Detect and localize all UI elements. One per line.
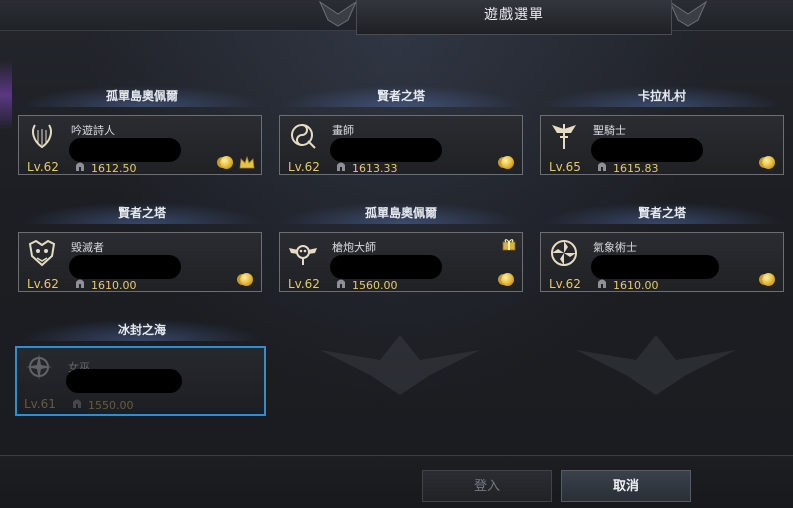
redacted-name <box>330 255 442 279</box>
helmet-icon <box>76 279 84 288</box>
dialog-title: 遊戲選單 <box>484 7 544 23</box>
helmet-icon <box>76 162 84 171</box>
gift-icon <box>502 239 516 251</box>
character-card[interactable]: 吟遊詩人 Lv.62 1612.50 <box>18 115 262 175</box>
beast-crest-icon <box>25 238 59 268</box>
title-plate: 遊戲選單 <box>356 0 672 35</box>
coin-icon <box>240 273 253 286</box>
side-glow <box>0 60 12 130</box>
yin-yang-brush-icon <box>286 121 320 151</box>
redacted-name <box>69 138 181 162</box>
character-level: Lv.62 <box>288 277 320 291</box>
class-name: 聖騎士 <box>593 124 626 137</box>
character-level: Lv.65 <box>549 160 581 174</box>
helmet-icon <box>337 279 345 288</box>
region-header: 冰封之海 <box>20 319 264 341</box>
class-name: 槍炮大師 <box>332 241 376 254</box>
character-level: Lv.62 <box>27 160 59 174</box>
helmet-icon <box>598 279 606 288</box>
region-header: 賢者之塔 <box>20 202 264 224</box>
coin-icon <box>762 156 775 169</box>
coin-icon <box>501 156 514 169</box>
redacted-name <box>591 138 703 162</box>
item-level: 1610.00 <box>91 279 137 292</box>
winged-sword-icon <box>547 121 581 151</box>
ornament-right-icon <box>668 0 708 27</box>
character-card[interactable]: 畫師 Lv.62 1613.33 <box>279 115 523 175</box>
winged-skull-icon <box>286 238 320 268</box>
faded-emblem-icon <box>320 335 480 395</box>
login-button[interactable]: 登入 <box>422 470 552 502</box>
cancel-button[interactable]: 取消 <box>561 470 691 502</box>
character-level: Lv.62 <box>27 277 59 291</box>
arcane-star-icon <box>22 352 56 382</box>
class-name: 畫師 <box>332 124 354 137</box>
helmet-icon <box>337 162 345 171</box>
character-level: Lv.62 <box>288 160 320 174</box>
class-name: 氣象術士 <box>593 241 637 254</box>
coin-icon <box>501 273 514 286</box>
redacted-name <box>591 255 719 279</box>
coin-icon <box>762 273 775 286</box>
redacted-name <box>330 138 442 162</box>
faded-emblem-icon <box>576 335 736 395</box>
helmet-icon <box>598 162 606 171</box>
character-card[interactable]: 聖騎士 Lv.65 1615.83 <box>540 115 784 175</box>
character-card[interactable]: 毀滅者 Lv.62 1610.00 <box>18 232 262 292</box>
coin-icon <box>220 156 233 169</box>
class-name: 毀滅者 <box>71 241 104 254</box>
crown-icon <box>239 156 255 169</box>
item-level: 1615.83 <box>613 162 659 175</box>
ornament-left-icon <box>318 0 358 27</box>
item-level: 1610.00 <box>613 279 659 292</box>
character-card[interactable]: 槍炮大師 Lv.62 1560.00 <box>279 232 523 292</box>
region-header: 孤單島奧佩爾 <box>279 202 523 224</box>
helmet-icon <box>73 399 81 408</box>
character-level: Lv.62 <box>549 277 581 291</box>
item-level: 1612.50 <box>91 162 137 175</box>
lyre-icon <box>25 121 59 151</box>
item-level: 1560.00 <box>352 279 398 292</box>
character-card[interactable]: 氣象術士 Lv.62 1610.00 <box>540 232 784 292</box>
redacted-name <box>69 255 181 279</box>
item-level: 1550.00 <box>88 399 134 412</box>
region-header: 賢者之塔 <box>279 85 523 107</box>
class-name: 吟遊詩人 <box>71 124 115 137</box>
redacted-name <box>66 369 182 393</box>
region-header: 卡拉札村 <box>540 85 784 107</box>
character-card-selected[interactable]: 女巫 Lv.61 1550.00 <box>15 346 266 416</box>
item-level: 1613.33 <box>352 162 398 175</box>
region-header: 賢者之塔 <box>540 202 784 224</box>
region-header: 孤單島奧佩爾 <box>20 85 264 107</box>
character-level: Lv.61 <box>24 397 56 411</box>
windmill-icon <box>547 238 581 268</box>
